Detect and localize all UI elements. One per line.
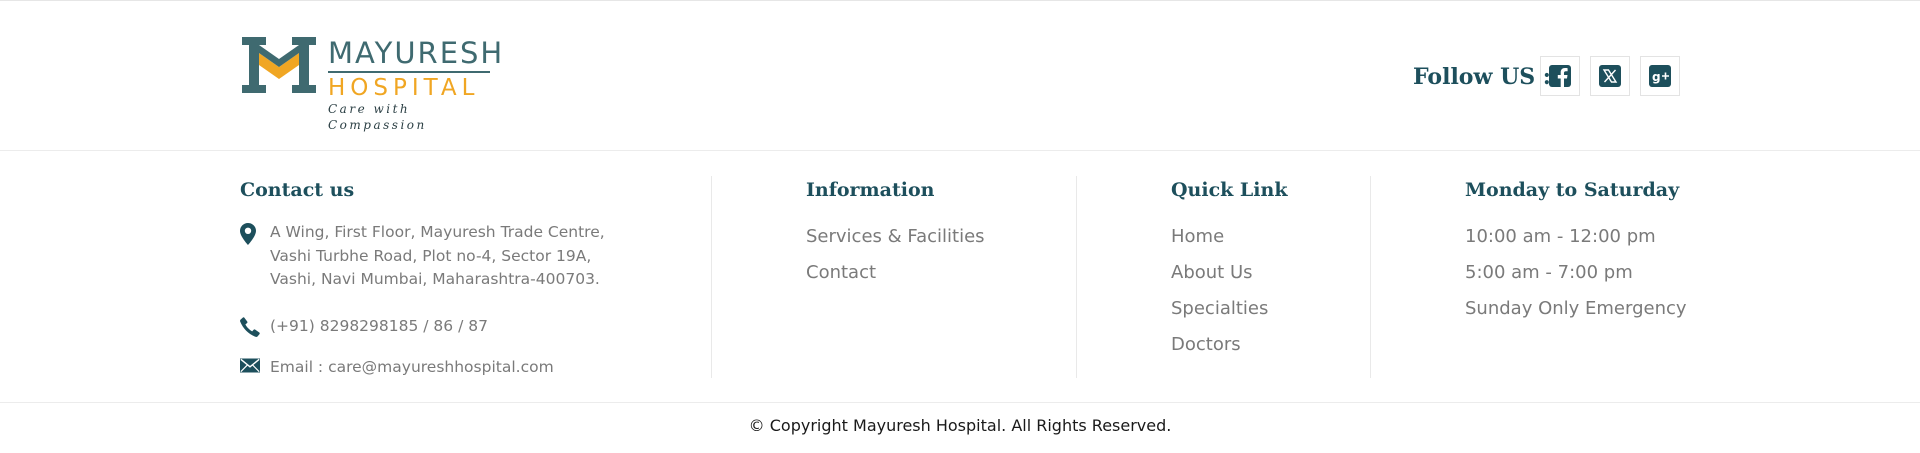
quick-link-column: Quick Link Home About Us Specialties Doc… — [1171, 176, 1361, 355]
logo-tagline: Care with Compassion — [328, 102, 427, 132]
google-plus-button[interactable]: g — [1640, 56, 1680, 96]
hours-item: 10:00 am - 12:00 pm — [1465, 226, 1656, 247]
contact-column: Contact us A Wing, First Floor, Mayuresh… — [240, 176, 660, 376]
x-twitter-button[interactable] — [1590, 56, 1630, 96]
quick-links: Home About Us Specialties Doctors — [1171, 219, 1268, 363]
address-row: A Wing, First Floor, Mayuresh Trade Cent… — [240, 221, 605, 292]
logo-mark-icon — [242, 37, 316, 93]
column-divider — [711, 176, 712, 378]
phone-row[interactable]: (+91) 8298298185 / 86 / 87 — [240, 315, 488, 341]
logo-subtitle: HOSPITAL — [328, 75, 480, 101]
phone-text: (+91) 8298298185 / 86 / 87 — [270, 317, 488, 335]
email-text: Email : care@mayureshhospital.com — [270, 358, 554, 376]
hours-title: Monday to Saturday — [1465, 179, 1680, 201]
link-home[interactable]: Home — [1171, 219, 1268, 255]
svg-text:g: g — [1652, 70, 1661, 84]
hours-list: 10:00 am - 12:00 pm 5:00 am - 7:00 pm Su… — [1465, 219, 1687, 327]
footer-header: MAYURESH HOSPITAL Care with Compassion F… — [0, 1, 1920, 151]
envelope-icon — [240, 356, 270, 377]
column-divider — [1076, 176, 1077, 378]
column-divider — [1370, 176, 1371, 378]
map-pin-icon — [240, 221, 270, 249]
google-plus-icon: g — [1649, 65, 1671, 87]
quick-link-title: Quick Link — [1171, 179, 1288, 201]
link-specialties[interactable]: Specialties — [1171, 291, 1268, 327]
phone-icon — [240, 315, 270, 341]
information-column: Information Services & Facilities Contac… — [806, 176, 1046, 283]
logo-name: MAYURESH — [328, 36, 505, 70]
link-services-facilities[interactable]: Services & Facilities — [806, 219, 985, 255]
facebook-icon — [1549, 65, 1571, 87]
copyright-bar: © Copyright Mayuresh Hospital. All Right… — [0, 402, 1920, 453]
information-links: Services & Facilities Contact — [806, 219, 985, 291]
link-contact[interactable]: Contact — [806, 255, 985, 291]
hospital-logo[interactable]: MAYURESH HOSPITAL Care with Compassion — [240, 35, 502, 132]
address-line: Vashi Turbhe Road, Plot no-4, Sector 19A… — [270, 246, 592, 265]
hours-item: Sunday Only Emergency — [1465, 298, 1687, 319]
address-line: Vashi, Navi Mumbai, Maharashtra-400703. — [270, 270, 600, 288]
copyright-text: © Copyright Mayuresh Hospital. All Right… — [748, 416, 1172, 435]
follow-us-label: Follow US : — [1413, 64, 1551, 90]
information-title: Information — [806, 179, 935, 201]
email-row[interactable]: Email : care@mayureshhospital.com — [240, 356, 554, 380]
contact-title: Contact us — [240, 179, 355, 201]
hours-item: 5:00 am - 7:00 pm — [1465, 262, 1633, 283]
x-twitter-icon — [1599, 65, 1621, 87]
hours-column: Monday to Saturday 10:00 am - 12:00 pm 5… — [1465, 176, 1705, 319]
address-line: A Wing, First Floor, Mayuresh Trade Cent… — [270, 223, 605, 241]
address-text: A Wing, First Floor, Mayuresh Trade Cent… — [270, 221, 605, 292]
link-doctors[interactable]: Doctors — [1171, 327, 1268, 363]
facebook-button[interactable] — [1540, 56, 1580, 96]
link-about-us[interactable]: About Us — [1171, 255, 1268, 291]
